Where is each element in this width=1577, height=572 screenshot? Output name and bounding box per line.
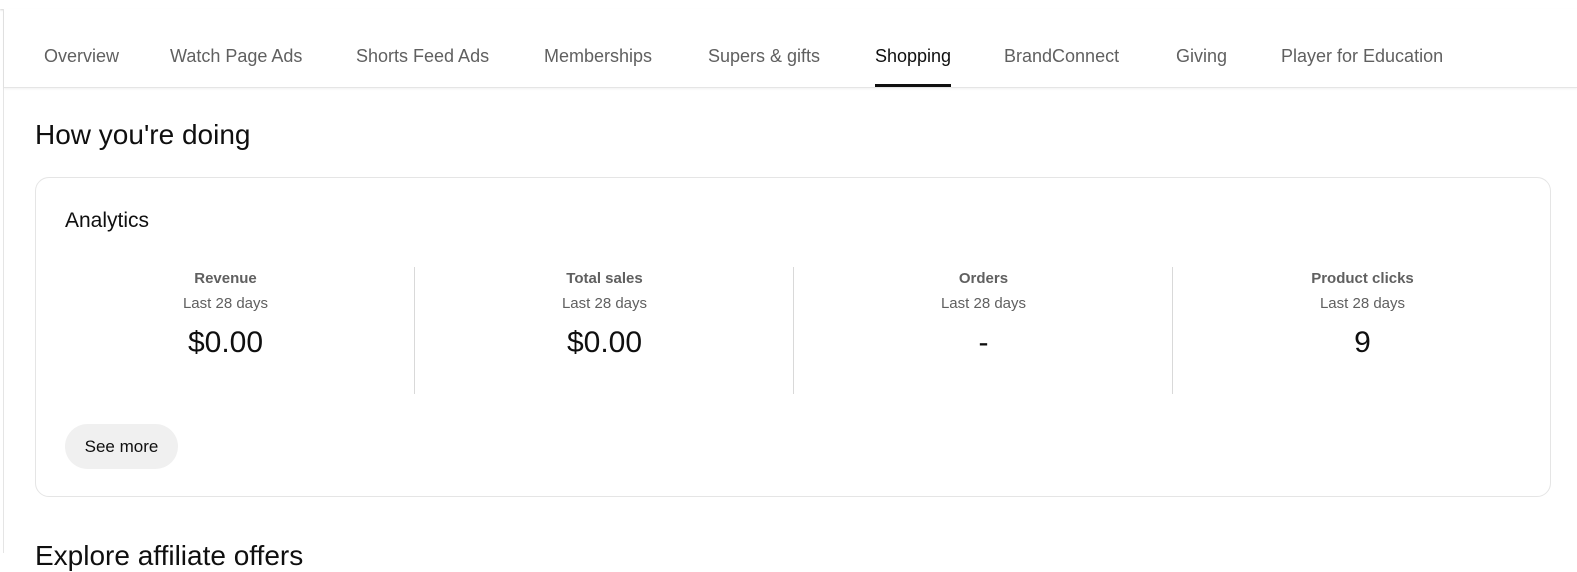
metric-period: Last 28 days: [940, 295, 1027, 312]
see-more-button[interactable]: See more: [65, 424, 178, 469]
tab-player-for-education[interactable]: Player for Education: [1281, 9, 1443, 87]
metric-label: Orders: [958, 270, 1009, 287]
metric-label: Total sales: [566, 270, 643, 287]
metric-period: Last 28 days: [1319, 295, 1406, 312]
metric-value: $0.00: [187, 326, 264, 359]
metric-product-clicks: Product clicks Last 28 days 9: [1173, 267, 1552, 394]
metric-orders: Orders Last 28 days -: [794, 267, 1173, 394]
analytics-card: Analytics Revenue Last 28 days $0.00 Tot…: [35, 177, 1551, 497]
tab-watch-page-ads[interactable]: Watch Page Ads: [170, 9, 302, 87]
next-section-title: Explore affiliate offers: [35, 540, 304, 571]
tab-giving[interactable]: Giving: [1176, 9, 1227, 87]
metric-period: Last 28 days: [182, 295, 269, 312]
metric-value: $0.00: [566, 326, 643, 359]
card-title: Analytics: [65, 209, 150, 232]
tab-memberships[interactable]: Memberships: [544, 9, 652, 87]
tab-shorts-feed-ads[interactable]: Shorts Feed Ads: [356, 9, 489, 87]
metric-label: Revenue: [194, 270, 257, 287]
tab-brandconnect[interactable]: BrandConnect: [1004, 9, 1119, 87]
metric-revenue: Revenue Last 28 days $0.00: [36, 267, 415, 394]
metric-label: Product clicks: [1311, 270, 1414, 287]
tab-shopping[interactable]: Shopping: [875, 9, 952, 87]
top-app-bar-edge: [0, 0, 1577, 9]
left-divider: [3, 9, 4, 553]
section-title: How you're doing: [35, 119, 251, 150]
tab-supers-and-gifts[interactable]: Supers & gifts: [708, 9, 820, 87]
tab-overview[interactable]: Overview: [44, 9, 119, 87]
monetization-tabs: Overview Watch Page Ads Shorts Feed Ads …: [4, 9, 1577, 88]
metric-period: Last 28 days: [561, 295, 648, 312]
metric-value: 9: [1354, 326, 1371, 359]
metric-value: -: [978, 326, 989, 359]
metric-total-sales: Total sales Last 28 days $0.00: [415, 267, 794, 394]
